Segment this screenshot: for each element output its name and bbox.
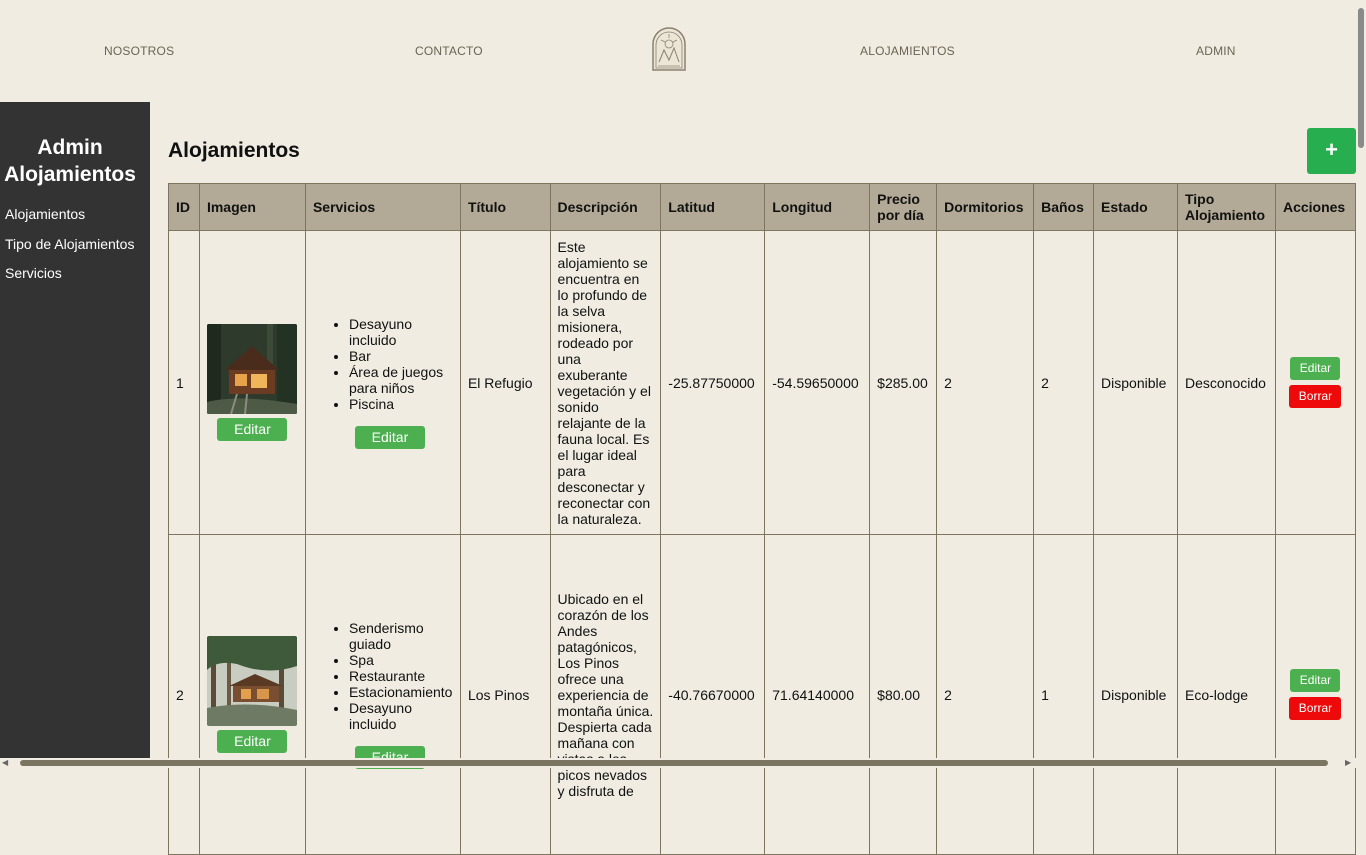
- edit-image-button[interactable]: Editar: [217, 418, 288, 441]
- nav-link-admin[interactable]: ADMIN: [1196, 44, 1236, 58]
- column-header-servicios: Servicios: [304, 183, 461, 231]
- cell-longitud: 71.64140000: [764, 534, 871, 855]
- scroll-left-arrow-icon[interactable]: ◀: [2, 758, 8, 767]
- list-item: Estacionamiento: [349, 684, 453, 700]
- cabin-thumbnail-image: [207, 324, 298, 414]
- cell-tipo: Desconocido: [1176, 230, 1276, 535]
- list-item: Spa: [349, 652, 453, 668]
- sidebar-item-servicios[interactable]: Servicios: [5, 265, 62, 281]
- list-item: Área de juegos para niños: [349, 364, 453, 396]
- cell-descripcion: Este alojamiento se encuentra en lo prof…: [549, 230, 662, 535]
- cell-latitud: -40.76670000: [660, 534, 766, 855]
- column-header-acciones: Acciones: [1274, 183, 1357, 231]
- vertical-scrollbar[interactable]: [1356, 0, 1366, 768]
- cell-titulo: Los Pinos: [459, 534, 551, 855]
- sidebar-title-line1: Admin: [37, 136, 103, 159]
- delete-row-button[interactable]: Borrar: [1289, 697, 1342, 720]
- cell-id: 1: [168, 230, 200, 535]
- edit-services-button[interactable]: Editar: [354, 426, 425, 449]
- edit-image-button[interactable]: Editar: [217, 730, 288, 753]
- cell-estado: Disponible: [1093, 230, 1178, 535]
- list-item: Restaurante: [349, 668, 453, 684]
- cell-descripcion: Ubicado en el corazón de los Andes patag…: [549, 534, 662, 855]
- top-navigation: NOSOTROS CONTACTO ALOJAMIENTOS ADMIN: [0, 0, 1356, 102]
- column-header-titulo: Título: [459, 183, 551, 231]
- table-row: 2 Editar • Senderismo guiado • Spa • Res…: [168, 534, 1357, 855]
- column-header-precio: Precio por día: [869, 183, 938, 231]
- cell-id: 2: [168, 534, 200, 855]
- cell-acciones: Editar Borrar: [1274, 230, 1357, 535]
- nav-link-alojamientos[interactable]: ALOJAMIENTOS: [860, 44, 955, 58]
- cell-acciones: Editar Borrar: [1274, 534, 1357, 855]
- vertical-scrollbar-thumb[interactable]: [1358, 8, 1364, 148]
- column-header-id: ID: [168, 183, 200, 231]
- column-header-tipo: Tipo Alojamiento: [1176, 183, 1276, 231]
- list-item: Desayuno incluido: [349, 700, 453, 732]
- cell-estado: Disponible: [1093, 534, 1178, 855]
- nav-link-contacto[interactable]: CONTACTO: [415, 44, 483, 58]
- list-item: Bar: [349, 348, 453, 364]
- cell-precio: $285.00: [869, 230, 938, 535]
- cell-titulo: El Refugio: [459, 230, 551, 535]
- logo-icon[interactable]: [651, 26, 687, 72]
- cell-precio: $80.00: [869, 534, 938, 855]
- list-item: Senderismo guiado: [349, 620, 453, 652]
- sidebar-title-line2: Alojamientos: [4, 163, 136, 186]
- services-list: Senderismo guiado Spa Restaurante Estaci…: [313, 620, 453, 732]
- column-header-descripcion: Descripción: [549, 183, 662, 231]
- column-header-banos: Baños: [1033, 183, 1095, 231]
- sidebar-item-alojamientos[interactable]: Alojamientos: [5, 206, 85, 222]
- table-header-row: ID Imagen Servicios Título Descripción L…: [168, 183, 1357, 231]
- horizontal-scrollbar-thumb[interactable]: [20, 760, 1328, 766]
- scroll-right-arrow-icon[interactable]: ▶: [1345, 758, 1351, 767]
- add-alojamiento-button[interactable]: +: [1307, 128, 1356, 174]
- table-row: 1 Editar • Desayuno incluido • Bar • Áre…: [168, 230, 1357, 535]
- admin-sidebar: Admin Alojamientos Alojamientos Tipo de …: [0, 102, 150, 768]
- cell-imagen: Editar: [198, 534, 306, 855]
- cell-dormitorios: 2: [936, 230, 1035, 535]
- column-header-latitud: Latitud: [660, 183, 766, 231]
- horizontal-scrollbar[interactable]: ◀ ▶: [0, 758, 1356, 768]
- cell-longitud: -54.59650000: [764, 230, 871, 535]
- cell-servicios: Senderismo guiado Spa Restaurante Estaci…: [304, 534, 461, 855]
- cell-tipo: Eco-lodge: [1176, 534, 1276, 855]
- list-item: Desayuno incluido: [349, 316, 453, 348]
- cell-banos: 2: [1033, 230, 1095, 535]
- nav-link-nosotros[interactable]: NOSOTROS: [104, 44, 174, 58]
- list-item: Piscina: [349, 396, 453, 412]
- cell-imagen: Editar: [198, 230, 306, 535]
- page-title: Alojamientos: [168, 139, 300, 162]
- column-header-dormitorios: Dormitorios: [936, 183, 1035, 231]
- alojamientos-table: ID Imagen Servicios Título Descripción L…: [168, 183, 1357, 855]
- sidebar-item-tipo-alojamientos[interactable]: Tipo de Alojamientos: [5, 236, 134, 252]
- services-list: Desayuno incluido Bar Área de juegos par…: [313, 316, 453, 412]
- cell-servicios: Desayuno incluido Bar Área de juegos par…: [304, 230, 461, 535]
- cell-banos: 1: [1033, 534, 1095, 855]
- sidebar-title: Admin Alojamientos: [0, 134, 140, 188]
- column-header-estado: Estado: [1093, 183, 1178, 231]
- cell-dormitorios: 2: [936, 534, 1035, 855]
- edit-row-button[interactable]: Editar: [1290, 669, 1341, 692]
- cell-latitud: -25.87750000: [660, 230, 766, 535]
- column-header-longitud: Longitud: [764, 183, 871, 231]
- edit-row-button[interactable]: Editar: [1290, 357, 1341, 380]
- lodge-thumbnail-image: [207, 636, 298, 726]
- column-header-imagen: Imagen: [198, 183, 306, 231]
- delete-row-button[interactable]: Borrar: [1289, 385, 1342, 408]
